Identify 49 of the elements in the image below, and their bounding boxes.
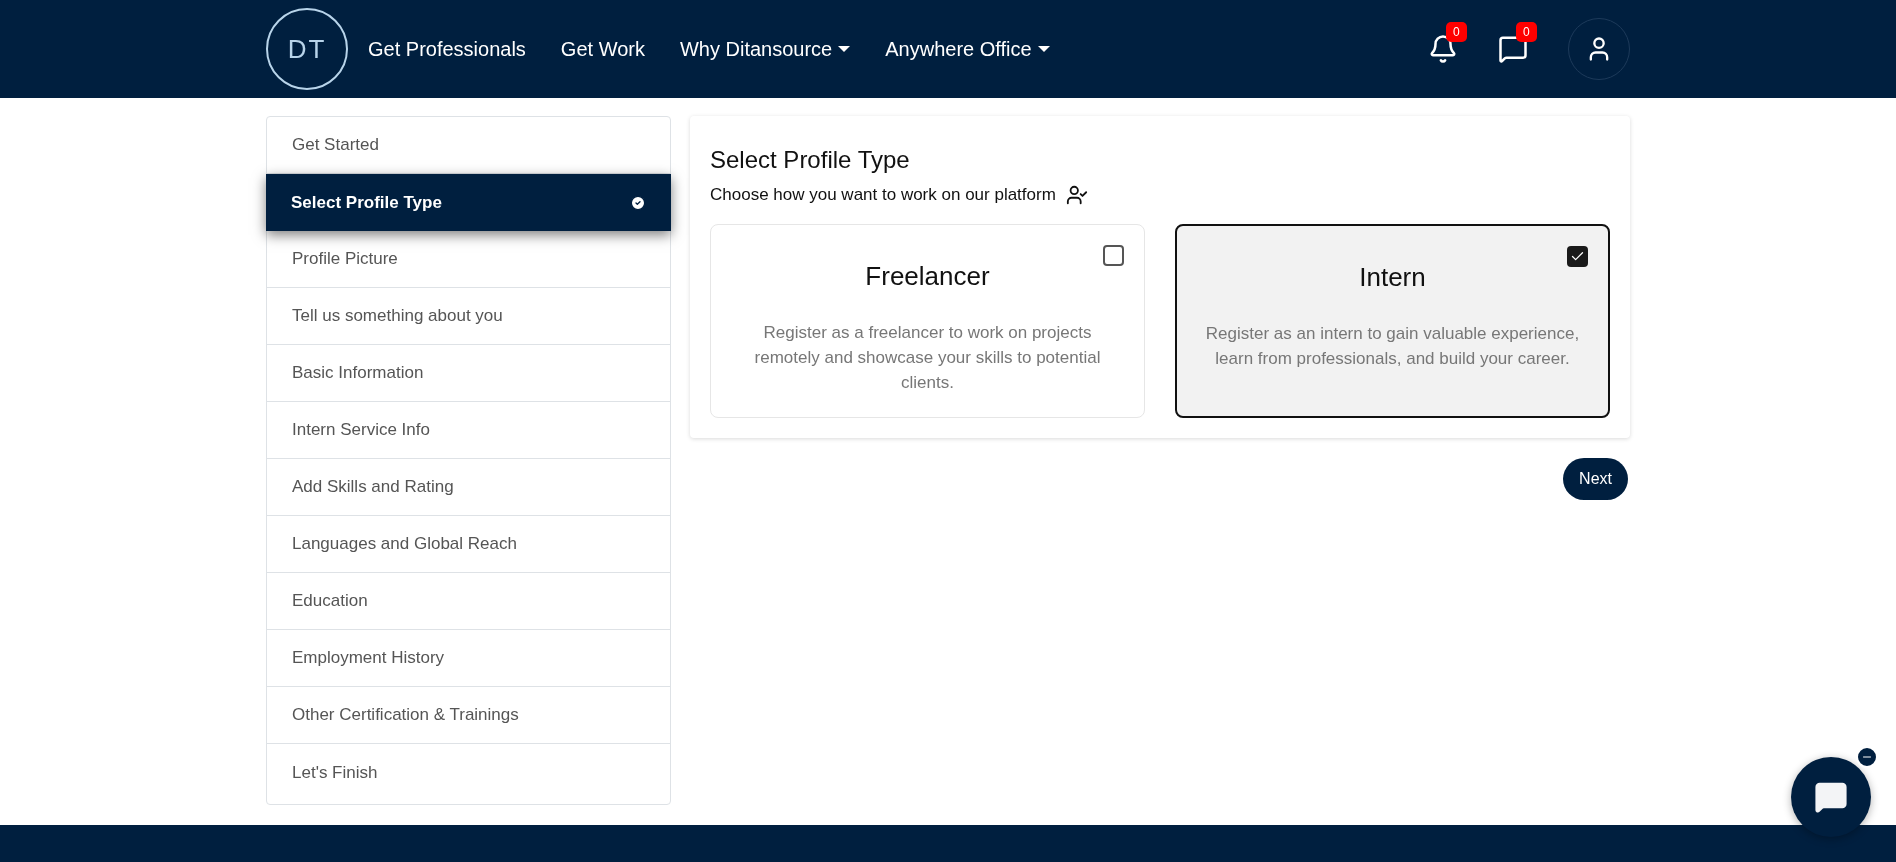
option-title: Freelancer	[865, 259, 990, 293]
step-label: Employment History	[292, 647, 445, 670]
step-label: Select Profile Type	[291, 191, 442, 214]
nav-link[interactable]: Why Ditansource	[679, 34, 851, 64]
user-check-icon	[1065, 183, 1088, 206]
step-label: Profile Picture	[292, 248, 398, 271]
step-label: Other Certification & Trainings	[292, 704, 519, 727]
step-item[interactable]: Languages and Global Reach	[267, 516, 670, 573]
step-item[interactable]: Let's Finish	[267, 744, 670, 801]
caret-icon	[1037, 46, 1050, 52]
step-item[interactable]: Education	[267, 573, 670, 630]
option-checkbox[interactable]	[1103, 244, 1124, 266]
section-subtitle: Choose how you want to work on our platform	[710, 184, 1056, 206]
step-label: Let's Finish	[292, 761, 378, 784]
step-label: Get Started	[292, 134, 379, 157]
option-description: Register as an intern to gain valuable experience, learn from professionals, and build your career.	[1204, 322, 1581, 370]
section-title: Select Profile Type	[710, 145, 911, 175]
logo[interactable]: DT	[266, 8, 348, 90]
step-item[interactable]: Select Profile Type	[266, 174, 671, 231]
chat-bubble-icon	[1814, 780, 1848, 814]
step-item[interactable]: Intern Service Info	[267, 402, 670, 459]
step-item[interactable]: Employment History	[267, 630, 670, 687]
step-item[interactable]: Profile Picture	[267, 231, 670, 288]
caret-icon	[838, 46, 851, 52]
option-card[interactable]: Freelancer Register as a freelancer to work on projects remotely and showcase your skills to potential clients.	[710, 223, 1145, 418]
step-item[interactable]: Tell us something about you	[267, 288, 670, 345]
nav-link[interactable]: Anywhere Office	[885, 34, 1050, 64]
nav-link[interactable]: Get Work	[560, 34, 645, 64]
message-count: 0	[1516, 22, 1537, 42]
minimize-button[interactable]	[1856, 746, 1878, 768]
nav-link[interactable]: Get Professionals	[368, 34, 526, 64]
bell-icon[interactable]	[1428, 34, 1458, 64]
notification-count: 0	[1446, 22, 1467, 42]
step-label: Tell us something about you	[292, 305, 503, 328]
step-label: Add Skills and Rating	[292, 476, 454, 499]
option-description: Register as a freelancer to work on projects remotely and showcase your skills to potential clients.	[753, 321, 1102, 394]
step-label: Intern Service Info	[292, 419, 430, 442]
chat-button[interactable]	[1791, 757, 1871, 837]
step-label: Education	[292, 590, 368, 613]
step-item[interactable]: Add Skills and Rating	[267, 459, 670, 516]
step-label: Languages and Global Reach	[292, 533, 517, 556]
step-label: Basic Information	[292, 362, 424, 385]
message-icon[interactable]	[1498, 34, 1528, 64]
step-item[interactable]: Other Certification & Trainings	[267, 687, 670, 744]
option-card[interactable]: Intern Register as an intern to gain valuable experience, learn from professionals, and build your career.	[1175, 223, 1610, 418]
next-button[interactable]: Next	[1563, 457, 1628, 500]
option-title: Intern	[1359, 260, 1426, 294]
step-item[interactable]: Basic Information	[267, 345, 670, 402]
option-checkbox[interactable]	[1567, 245, 1588, 267]
